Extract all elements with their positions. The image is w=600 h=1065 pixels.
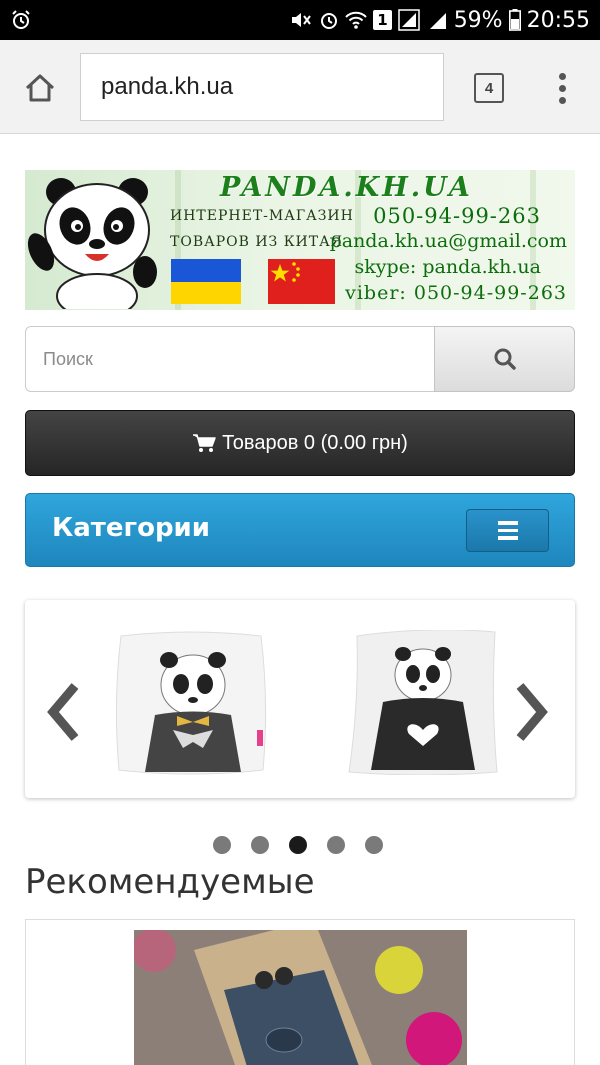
panda-mascot-icon [27, 178, 157, 309]
contact-skype: skype: panda.kh.ua [354, 256, 541, 278]
status-bar: 1 59% 20:55 [0, 0, 600, 40]
mute-icon [289, 10, 313, 30]
battery-icon [508, 9, 521, 31]
chevron-right-icon[interactable] [510, 680, 552, 744]
home-icon[interactable] [20, 68, 60, 108]
carousel-dot-active[interactable] [289, 836, 307, 854]
contact-viber: viber: 050-94-99-263 [345, 282, 567, 304]
shop-tagline-line2: ТОВАРОВ ИЗ КИТАЯ [170, 234, 344, 250]
browser-toolbar: panda.kh.ua 4 [0, 40, 600, 134]
chevron-left-icon[interactable] [43, 680, 85, 744]
contact-phone: 050-94-99-263 [373, 204, 541, 228]
search-form [25, 326, 575, 392]
carousel-pagination [213, 836, 383, 854]
search-input[interactable] [25, 326, 434, 392]
alarm-icon [10, 9, 32, 31]
wifi-icon [345, 10, 367, 30]
panda-heart-pillow[interactable] [345, 630, 503, 775]
ukraine-flag [171, 259, 241, 304]
clock-time: 20:55 [526, 7, 590, 33]
carousel-dot[interactable] [365, 836, 383, 854]
carousel-dot[interactable] [327, 836, 345, 854]
overflow-menu-icon[interactable] [552, 68, 572, 108]
tabs-icon[interactable]: 4 [474, 73, 504, 103]
product-image[interactable] [134, 930, 467, 1065]
cart-summary: Товаров 0 (0.00 грн) [222, 431, 408, 454]
cart-icon [193, 434, 216, 452]
search-icon [494, 348, 516, 370]
alarm-clock-icon [319, 10, 339, 30]
recommended-product-card[interactable] [25, 919, 575, 1065]
sim-icon: 1 [373, 10, 392, 30]
search-button[interactable] [434, 326, 575, 392]
panda-bowtie-pillow[interactable] [113, 630, 268, 775]
contact-email: panda.kh.ua@gmail.com [329, 230, 567, 252]
battery-percent: 59% [453, 7, 503, 33]
categories-title: Категории [52, 513, 210, 543]
carousel-dot[interactable] [251, 836, 269, 854]
shop-tagline-line1: ИНТЕРНЕТ-МАГАЗИН [170, 208, 354, 224]
site-banner[interactable]: PANDA.KH.UA ИНТЕРНЕТ-МАГАЗИН ТОВАРОВ ИЗ … [25, 170, 575, 310]
cart-button[interactable]: Товаров 0 (0.00 грн) [25, 410, 575, 476]
categories-menu[interactable]: Категории [25, 493, 575, 567]
recommended-heading: Рекомендуемые [25, 862, 315, 902]
product-carousel [25, 600, 575, 798]
hamburger-icon[interactable] [466, 509, 549, 552]
china-flag [268, 259, 335, 304]
carousel-dot[interactable] [213, 836, 231, 854]
signal-strength-icon [428, 10, 448, 30]
url-bar[interactable]: panda.kh.ua [80, 53, 444, 121]
signal-icon [397, 9, 422, 31]
site-title: PANDA.KH.UA [220, 172, 473, 203]
